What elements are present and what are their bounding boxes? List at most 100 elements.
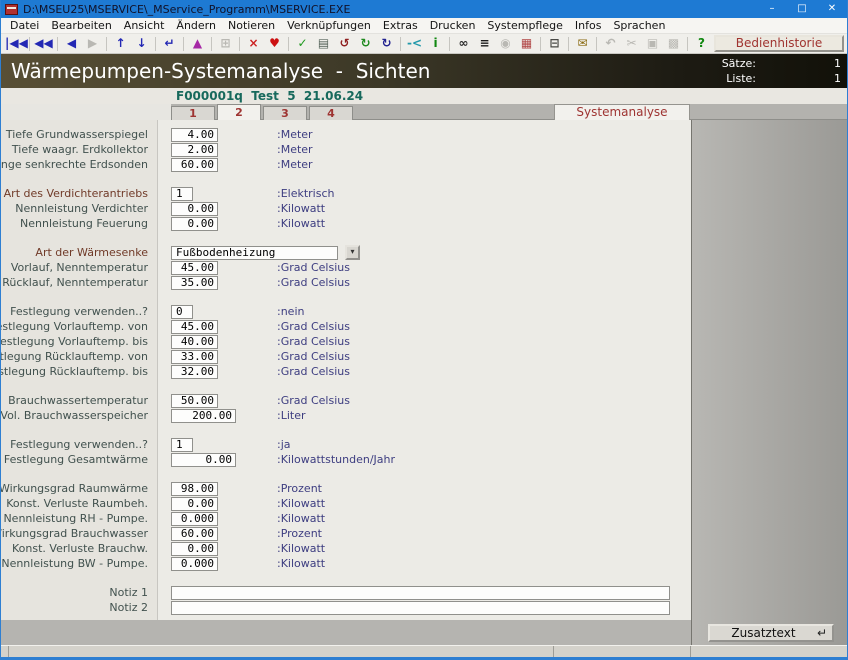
close-button[interactable]: ✕	[817, 0, 847, 18]
undo-icon[interactable]: ↶	[600, 34, 621, 53]
field-input[interactable]	[171, 586, 670, 600]
field-row-r-cklauf-nenntemperatur: Rücklauf, Nenntemperatur35.00:Grad Celsi…	[1, 275, 691, 290]
menu-item-notieren[interactable]: Notieren	[222, 18, 281, 33]
tab-systemanalyse[interactable]: Systemanalyse	[554, 104, 690, 120]
info-icon[interactable]: i	[425, 34, 446, 53]
field-input[interactable]: 0.00	[171, 542, 218, 556]
refresh-green-icon[interactable]: ↻	[355, 34, 376, 53]
tab-page-1[interactable]: 1	[171, 106, 215, 120]
confirm-icon[interactable]: ✓	[292, 34, 313, 53]
field-unit: :Prozent	[277, 482, 322, 495]
field-input[interactable]: 60.00	[171, 527, 218, 541]
field-input[interactable]: 35.00	[171, 276, 218, 290]
stamp-icon[interactable]: ▲	[187, 34, 208, 53]
menu-item-systempflege[interactable]: Systempflege	[481, 18, 568, 33]
zusatztext-button[interactable]: Zusatztext ↵	[708, 624, 834, 642]
field-input[interactable]: 4.00	[171, 128, 218, 142]
menu-item-drucken[interactable]: Drucken	[424, 18, 482, 33]
field-input[interactable]: 98.00	[171, 482, 218, 496]
field-input[interactable]: 60.00	[171, 158, 218, 172]
tab-page-2[interactable]: 2	[217, 104, 261, 120]
cut-icon[interactable]: ✂	[621, 34, 642, 53]
field-row-vol-brauchwasserspeicher: Vol. Brauchwasserspeicher200.00:Liter	[1, 408, 691, 423]
field-label-text: Festlegung verwenden..?	[10, 438, 148, 451]
field-input[interactable]: 200.00	[171, 409, 236, 423]
eye-icon[interactable]: ◉	[495, 34, 516, 53]
menu-item-ansicht[interactable]: Ansicht	[118, 18, 171, 33]
field-label-text: Tiefe Grundwasserspiegel	[6, 128, 148, 141]
copy-icon[interactable]: ▣	[642, 34, 663, 53]
minimize-button[interactable]: –	[757, 0, 787, 18]
field-row-vorlauf-nenntemperatur: Vorlauf, Nenntemperatur45.00:Grad Celsiu…	[1, 260, 691, 275]
field-input[interactable]: 0.00	[171, 202, 218, 216]
field-input[interactable]: 0.00	[171, 497, 218, 511]
prev-page-icon[interactable]: ◀◀	[33, 34, 54, 53]
field-input[interactable]: 1	[171, 438, 193, 452]
menu-item-sprachen[interactable]: Sprachen	[607, 18, 671, 33]
help-icon[interactable]: ?	[691, 34, 712, 53]
record-strip: F000001q Test 5 21.06.24	[1, 88, 847, 104]
field-input[interactable]: 0.00	[171, 217, 218, 231]
field-input[interactable]	[171, 601, 670, 615]
menu-item-infos[interactable]: Infos	[569, 18, 608, 33]
delete-icon[interactable]: ×	[243, 34, 264, 53]
field-input[interactable]: 50.00	[171, 394, 218, 408]
field-row-l-nge-senkrechte-erdsonden: Länge senkrechte Erdsonden60.00:Meter	[1, 157, 691, 172]
field-label: Tiefe waagr. Erdkollektor	[1, 143, 158, 156]
menu-item-bearbeiten[interactable]: Bearbeiten	[45, 18, 117, 33]
field-input[interactable]: 33.00	[171, 350, 218, 364]
first-record-icon[interactable]: |◀◀	[5, 34, 26, 53]
list-icon[interactable]: ≡	[474, 34, 495, 53]
next-record-icon[interactable]: ▶	[82, 34, 103, 53]
refresh-blue-icon[interactable]: ↻	[376, 34, 397, 53]
search-binoculars-icon[interactable]: ∞	[453, 34, 474, 53]
menu-item-datei[interactable]: Datei	[4, 18, 45, 33]
heat-sink-dropdown[interactable]: Fußbodenheizung	[171, 246, 338, 260]
favorite-icon[interactable]: ♥	[264, 34, 285, 53]
tab-page-3[interactable]: 3	[263, 106, 307, 120]
maximize-button[interactable]: □	[787, 0, 817, 18]
form-icon[interactable]: ▤	[313, 34, 334, 53]
field-input[interactable]: 0	[171, 305, 193, 319]
enter-return-icon: ↵	[817, 626, 827, 640]
field-input[interactable]: 32.00	[171, 365, 218, 379]
menu-item-extras[interactable]: Extras	[377, 18, 424, 33]
menu-item-ndern[interactable]: Ändern	[170, 18, 222, 33]
bedienhistorie-button[interactable]: Bedienhistorie	[714, 35, 844, 52]
toolbar-separator	[211, 37, 212, 51]
tab-row-left-segment	[1, 104, 171, 120]
print-icon[interactable]: ⊟	[544, 34, 565, 53]
field-label-text: Vol. Brauchwasserspeicher	[1, 409, 148, 422]
field-input[interactable]: 0.000	[171, 557, 218, 571]
field-label: Vol. Brauchwasserspeicher	[1, 409, 158, 422]
paste-icon[interactable]: ▩	[663, 34, 684, 53]
form-area: Tiefe Grundwasserspiegel4.00:MeterTiefe …	[1, 120, 691, 629]
field-input[interactable]: 0.000	[171, 512, 218, 526]
enter-icon[interactable]: ↵	[159, 34, 180, 53]
move-down-icon[interactable]: ↓	[131, 34, 152, 53]
menu-item-verkn-pfungen[interactable]: Verknüpfungen	[281, 18, 377, 33]
prev-record-icon[interactable]: ◀	[61, 34, 82, 53]
field-input[interactable]: 45.00	[171, 320, 218, 334]
field-row-festlegung-vorlauftemp-bis: Festlegung Vorlauftemp. bis40.00:Grad Ce…	[1, 334, 691, 349]
field-group: Wirkungsgrad Raumwärme98.00:ProzentKonst…	[1, 481, 691, 571]
field-input[interactable]: 45.00	[171, 261, 218, 275]
field-unit: :Kilowatt	[277, 542, 325, 555]
field-input[interactable]: 2.00	[171, 143, 218, 157]
field-label-text: Nennleistung Feuerung	[20, 217, 148, 230]
palette-icon[interactable]: ▦	[516, 34, 537, 53]
field-input[interactable]: 0.00	[171, 453, 236, 467]
tab-page-4[interactable]: 4	[309, 106, 353, 120]
field-unit: :Elektrisch	[277, 187, 335, 200]
field-input[interactable]: 1	[171, 187, 193, 201]
field-label: Länge senkrechte Erdsonden	[1, 158, 158, 171]
field-label-text: Festlegung Gesamtwärme	[4, 453, 148, 466]
field-input[interactable]: 40.00	[171, 335, 218, 349]
refresh-red-icon[interactable]: ↺	[334, 34, 355, 53]
link-icon[interactable]: ⊞	[215, 34, 236, 53]
dropdown-arrow-button[interactable]: ▾	[345, 245, 360, 260]
mail-icon[interactable]: ✉	[572, 34, 593, 53]
branch-icon[interactable]: -<	[404, 34, 425, 53]
move-up-icon[interactable]: ↑	[110, 34, 131, 53]
field-label: Nennleistung RH - Pumpe.	[1, 512, 158, 525]
